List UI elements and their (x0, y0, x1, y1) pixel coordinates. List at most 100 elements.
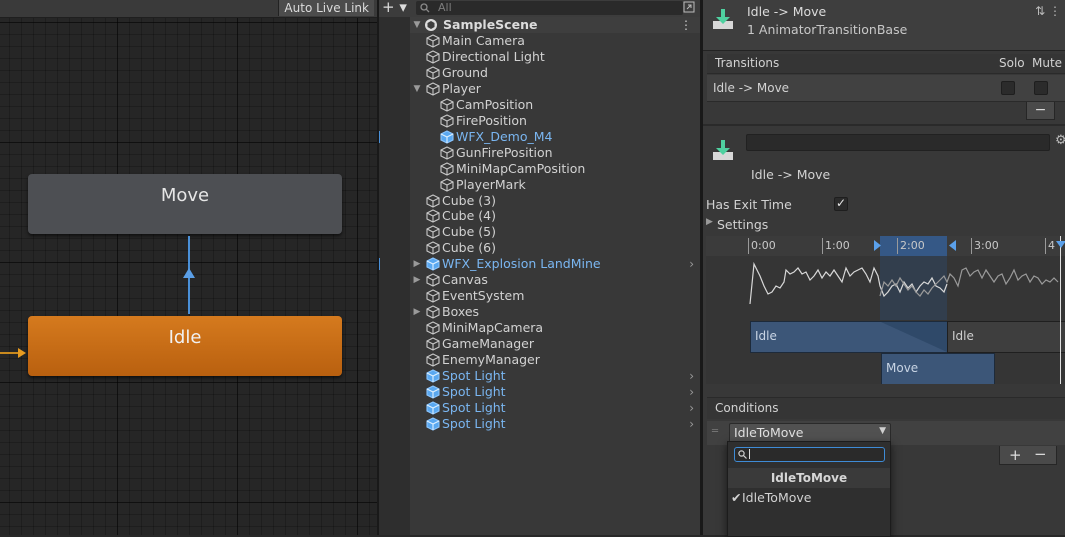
hierarchy-item[interactable]: Cube (4) (410, 208, 700, 224)
condition-add-remove: + − (999, 445, 1057, 465)
search-icon (420, 3, 430, 13)
animator-graph[interactable]: Auto Live Link Move Idle (0, 0, 377, 535)
destination-state-bar[interactable]: Move (881, 353, 995, 384)
fold-open-icon[interactable]: ▼ (412, 81, 422, 97)
hierarchy-search-input[interactable]: All (416, 1, 683, 15)
hierarchy-item[interactable]: EventSystem (410, 288, 700, 304)
solo-checkbox[interactable] (1001, 81, 1015, 95)
hierarchy-item[interactable]: Spot Light › (410, 384, 700, 400)
transition-list-item[interactable]: Idle -> Move (707, 75, 1065, 102)
transition-start-marker-icon[interactable] (874, 240, 882, 251)
hierarchy-item[interactable]: Cube (6) (410, 240, 700, 256)
hierarchy-item[interactable]: ▶ WFX_Explosion LandMine › (379, 256, 700, 272)
hierarchy-item-label: GameManager (442, 336, 535, 352)
playhead-marker-icon[interactable] (1056, 241, 1065, 248)
gameobject-icon (426, 289, 440, 303)
drag-handle-icon[interactable]: ═ (712, 426, 718, 437)
gear-icon[interactable]: ⚙ (1055, 133, 1065, 148)
scene-row[interactable]: ▼ SampleScene ⋮ (410, 17, 700, 33)
entry-arrow-icon[interactable] (18, 348, 26, 358)
condition-parameter-select[interactable]: IdleToMove ▼ (729, 423, 891, 443)
hierarchy-item[interactable]: Cube (5) (410, 224, 700, 240)
conditions-label: Conditions (715, 401, 779, 415)
timeline-ruler[interactable]: 0:00 1:00 2:00 3:00 4 (706, 236, 1065, 256)
scene-name: SampleScene (443, 17, 538, 32)
hierarchy-item[interactable]: CamPosition (410, 97, 700, 113)
fold-open-icon[interactable]: ▼ (412, 17, 422, 33)
hierarchy-item[interactable]: ▼ Player (410, 81, 700, 97)
chevron-right-icon[interactable]: › (689, 368, 694, 384)
tick-label: 2:00 (900, 239, 925, 252)
chevron-right-icon[interactable]: › (689, 256, 694, 272)
solo-label: Solo (999, 56, 1025, 70)
gameobject-icon (426, 353, 440, 367)
fold-closed-icon[interactable]: ▶ (412, 272, 422, 288)
hierarchy-item[interactable]: ▶ Boxes (410, 304, 700, 320)
hierarchy-item[interactable]: GameManager (410, 336, 700, 352)
add-condition-button[interactable]: + (1009, 446, 1022, 464)
unity-scene-icon (424, 18, 438, 32)
hierarchy-item[interactable]: PlayerMark (410, 177, 700, 193)
hierarchy-item[interactable]: Cube (3) (410, 193, 700, 209)
gameobject-icon (440, 177, 454, 192)
timeline-playhead[interactable] (1060, 236, 1061, 384)
hierarchy-item[interactable]: FirePosition (410, 113, 700, 129)
chevron-right-icon[interactable]: › (689, 384, 694, 400)
has-exit-time-checkbox[interactable]: ✓ (834, 197, 848, 211)
source-state-label: Idle (952, 329, 974, 343)
hierarchy-item-label: FirePosition (456, 112, 527, 128)
add-button[interactable]: + ▾ (382, 0, 410, 16)
hierarchy-item[interactable]: Ground (410, 65, 700, 81)
dropdown-search-input[interactable] (734, 447, 885, 462)
mute-checkbox[interactable] (1034, 81, 1048, 95)
chevron-right-icon[interactable]: › (689, 400, 694, 416)
condition-selected-value: IdleToMove (734, 425, 804, 440)
source-state-bar-continued: Idle (947, 321, 1065, 353)
auto-live-link-button[interactable]: Auto Live Link (278, 0, 374, 16)
hierarchy-item[interactable]: WFX_Demo_M4 (379, 128, 700, 145)
mute-label: Mute (1032, 56, 1063, 70)
transition-arrow-icon[interactable] (183, 268, 195, 278)
entry-transition[interactable] (0, 352, 20, 354)
transition-name-field[interactable] (746, 134, 1050, 151)
hierarchy-item[interactable]: Spot Light › (410, 416, 700, 432)
override-marker (379, 258, 380, 271)
hierarchy-item-label: EnemyManager (442, 352, 540, 367)
settings-foldout[interactable]: Settings (717, 217, 768, 232)
dropdown-option[interactable]: ✔ IdleToMove (728, 489, 890, 507)
remove-transition-button[interactable]: − (1026, 102, 1055, 120)
fold-closed-icon[interactable]: ▶ (412, 304, 422, 320)
hierarchy-item-label: GunFirePosition (456, 144, 553, 160)
hierarchy-item-label: Cube (5) (442, 224, 496, 240)
gameobject-icon (440, 146, 454, 160)
hierarchy-item[interactable]: EnemyManager (410, 352, 700, 368)
chevron-right-icon[interactable]: › (689, 416, 694, 432)
transition-end-marker-icon[interactable] (948, 240, 956, 251)
prefab-icon (426, 257, 440, 271)
remove-condition-button[interactable]: − (1034, 445, 1047, 463)
hierarchy-item[interactable]: GunFirePosition (410, 145, 700, 161)
hierarchy-item-label: WFX_Demo_M4 (456, 128, 553, 144)
lock-icon[interactable] (682, 0, 696, 14)
source-state-bar[interactable]: Idle (750, 321, 948, 353)
hierarchy-item-label: Spot Light (442, 383, 506, 399)
hierarchy-item[interactable]: ▶ Canvas (410, 272, 700, 288)
hierarchy-item[interactable]: Spot Light › (410, 400, 700, 416)
settings-foldout-icon[interactable]: ▶ (706, 217, 713, 227)
transition-download-icon (713, 9, 733, 29)
hierarchy-item[interactable]: Main Camera (410, 33, 700, 49)
hierarchy-item[interactable]: MiniMapCamPosition (410, 161, 700, 177)
more-options-icon[interactable]: ⋮ (680, 17, 692, 33)
hierarchy-item[interactable]: Directional Light (410, 49, 700, 65)
hierarchy-item[interactable]: Spot Light › (410, 368, 700, 384)
state-move[interactable]: Move (28, 174, 342, 234)
settings-menu-icon[interactable]: ⇅ ⋮ (1035, 4, 1061, 18)
fold-closed-icon[interactable]: ▶ (412, 256, 422, 272)
state-idle[interactable]: Idle (28, 316, 342, 376)
transition-timeline[interactable]: 0:00 1:00 2:00 3:00 4 Idle Idle Move (706, 236, 1065, 384)
chevron-down-icon: ▼ (879, 426, 886, 436)
hierarchy-item[interactable]: MiniMapCamera (410, 320, 700, 336)
gameobject-icon (426, 241, 440, 255)
prefab-icon (426, 369, 440, 383)
inspector-subtitle: 1 AnimatorTransitionBase (747, 22, 908, 37)
